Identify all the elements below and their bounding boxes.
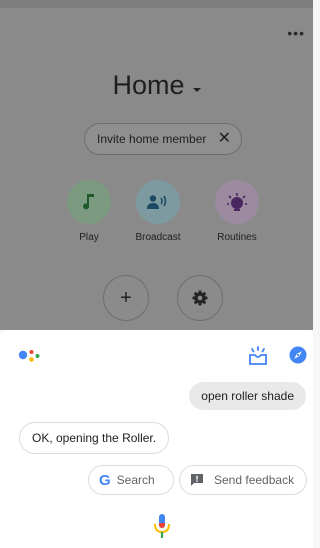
snapshot-updates-icon[interactable] [247, 345, 269, 367]
chevron-down-icon [192, 87, 201, 92]
microphone-icon[interactable] [153, 513, 171, 541]
broadcast-action[interactable]: Broadcast [126, 180, 190, 243]
search-chip-label: Search [116, 473, 155, 487]
explore-compass-icon[interactable] [289, 346, 307, 364]
status-bar [0, 0, 313, 8]
send-feedback-chip[interactable]: Send feedback [179, 465, 307, 495]
broadcast-circle [136, 180, 180, 224]
music-note-icon [83, 194, 94, 210]
home-title-row[interactable]: Home [0, 70, 313, 101]
routines-circle [215, 180, 259, 224]
broadcast-icon [147, 195, 167, 209]
feedback-icon [191, 474, 203, 486]
invite-home-member-chip[interactable]: Invite home member ✕ [84, 123, 242, 155]
gear-icon [192, 290, 208, 306]
assistant-reply-bubble: OK, opening the Roller. [19, 422, 170, 454]
user-query-bubble: open roller shade [189, 382, 306, 410]
google-assistant-icon [18, 350, 40, 362]
assistant-sheet: open roller shade OK, opening the Roller… [0, 330, 313, 548]
play-action[interactable]: Play [57, 180, 121, 243]
routines-action[interactable]: Routines [205, 180, 269, 243]
search-suggestion-chip[interactable]: G Search [88, 465, 174, 495]
add-button[interactable]: + [103, 275, 149, 321]
close-icon[interactable]: ✕ [218, 130, 231, 148]
invite-chip-label: Invite home member [97, 132, 207, 146]
plus-icon: + [120, 286, 132, 309]
page-title: Home [112, 70, 185, 100]
routines-label: Routines [217, 232, 257, 243]
settings-button[interactable] [177, 275, 223, 321]
play-circle [67, 180, 111, 224]
play-label: Play [79, 232, 99, 243]
routines-icon [227, 193, 247, 211]
send-feedback-label: Send feedback [214, 473, 295, 487]
google-g-icon: G [99, 471, 111, 489]
more-options-button[interactable]: ••• [287, 26, 305, 40]
broadcast-label: Broadcast [135, 232, 181, 243]
home-screen: ••• Home Invite home member ✕ Play Broad… [0, 0, 313, 330]
